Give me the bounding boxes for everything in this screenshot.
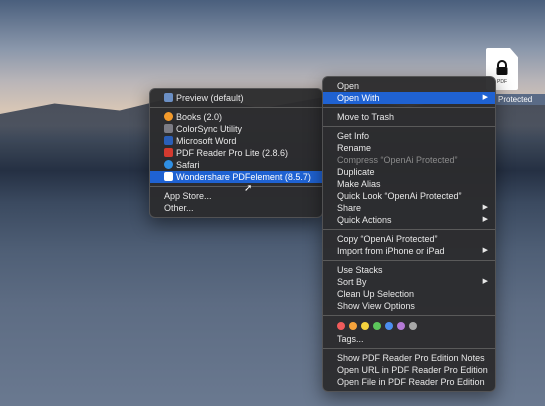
submenu-item-colorsync[interactable]: ColorSync Utility [150,123,322,135]
tag-red[interactable] [337,322,345,330]
context-menu: Open Open With ▶ Move to Trash Get Info R… [322,76,496,392]
tag-colors-row [323,319,495,333]
submenu-item-label: Wondershare PDFelement (8.5.7) [176,172,311,182]
tag-green[interactable] [373,322,381,330]
menu-item-clean-up[interactable]: Clean Up Selection [323,288,495,300]
menu-item-show-view-options[interactable]: Show View Options [323,300,495,312]
menu-item-open[interactable]: Open [323,80,495,92]
menu-item-import[interactable]: Import from iPhone or iPad ▶ [323,245,495,257]
books-app-icon [164,112,173,121]
menu-item-label: Import from iPhone or iPad [337,246,445,256]
menu-item-get-info[interactable]: Get Info [323,130,495,142]
pdf-reader-app-icon [164,148,173,157]
chevron-right-icon: ▶ [482,278,488,285]
lock-icon [496,60,508,75]
chevron-right-icon: ▶ [482,247,488,254]
submenu-item-pdfelement[interactable]: Wondershare PDFelement (8.5.7) [150,171,322,183]
menu-item-open-url[interactable]: Open URL in PDF Reader Pro Edition [323,364,495,376]
menu-item-move-to-trash[interactable]: Move to Trash [323,111,495,123]
submenu-item-app-store[interactable]: App Store... [150,190,322,202]
mouse-cursor-icon: ➚ [244,183,253,194]
pdfelement-app-icon [164,172,173,181]
separator [323,315,495,316]
menu-item-quick-look[interactable]: Quick Look “OpenAi Protected” [323,190,495,202]
menu-item-label: Quick Actions [337,215,392,225]
menu-item-use-stacks[interactable]: Use Stacks [323,264,495,276]
open-with-submenu: Preview (default) Books (2.0) ColorSync … [149,88,323,218]
menu-item-copy[interactable]: Copy “OpenAi Protected” [323,233,495,245]
file-name-label[interactable]: Protected [494,94,545,105]
submenu-item-word[interactable]: Microsoft Word [150,135,322,147]
safari-app-icon [164,160,173,169]
submenu-item-label: Books (2.0) [176,112,223,122]
submenu-item-other[interactable]: Other... [150,202,322,214]
tag-gray[interactable] [409,322,417,330]
submenu-item-books[interactable]: Books (2.0) [150,111,322,123]
separator [323,348,495,349]
separator [150,107,322,108]
menu-item-rename[interactable]: Rename [323,142,495,154]
submenu-item-label: Safari [176,160,200,170]
tag-blue[interactable] [385,322,393,330]
chevron-right-icon: ▶ [482,216,488,223]
word-app-icon [164,136,173,145]
menu-item-tags[interactable]: Tags... [323,333,495,345]
submenu-item-label: PDF Reader Pro Lite (2.8.6) [176,148,289,158]
submenu-item-pdf-reader-pro[interactable]: PDF Reader Pro Lite (2.8.6) [150,147,322,159]
menu-item-share[interactable]: Share ▶ [323,202,495,214]
menu-item-open-with[interactable]: Open With ▶ [323,92,495,104]
tag-purple[interactable] [397,322,405,330]
menu-item-sort-by[interactable]: Sort By ▶ [323,276,495,288]
menu-item-open-file[interactable]: Open File in PDF Reader Pro Edition [323,376,495,388]
submenu-item-label: Preview (default) [176,93,244,103]
menu-item-duplicate[interactable]: Duplicate [323,166,495,178]
menu-item-make-alias[interactable]: Make Alias [323,178,495,190]
separator [150,186,322,187]
tag-orange[interactable] [349,322,357,330]
menu-item-compress[interactable]: Compress “OpenAi Protected” [323,154,495,166]
submenu-item-safari[interactable]: Safari [150,159,322,171]
menu-item-label: Sort By [337,277,367,287]
tag-yellow[interactable] [361,322,369,330]
submenu-item-label: ColorSync Utility [176,124,243,134]
separator [323,229,495,230]
separator [323,126,495,127]
separator [323,260,495,261]
menu-item-label: Share [337,203,362,213]
menu-item-show-notes[interactable]: Show PDF Reader Pro Edition Notes [323,352,495,364]
menu-item-label: Open With [337,93,380,103]
chevron-right-icon: ▶ [482,94,488,101]
colorsync-app-icon [164,124,173,133]
preview-app-icon [164,93,173,102]
submenu-item-label: Microsoft Word [176,136,237,146]
submenu-item-preview[interactable]: Preview (default) [150,92,322,104]
menu-item-quick-actions[interactable]: Quick Actions ▶ [323,214,495,226]
separator [323,107,495,108]
chevron-right-icon: ▶ [482,204,488,211]
